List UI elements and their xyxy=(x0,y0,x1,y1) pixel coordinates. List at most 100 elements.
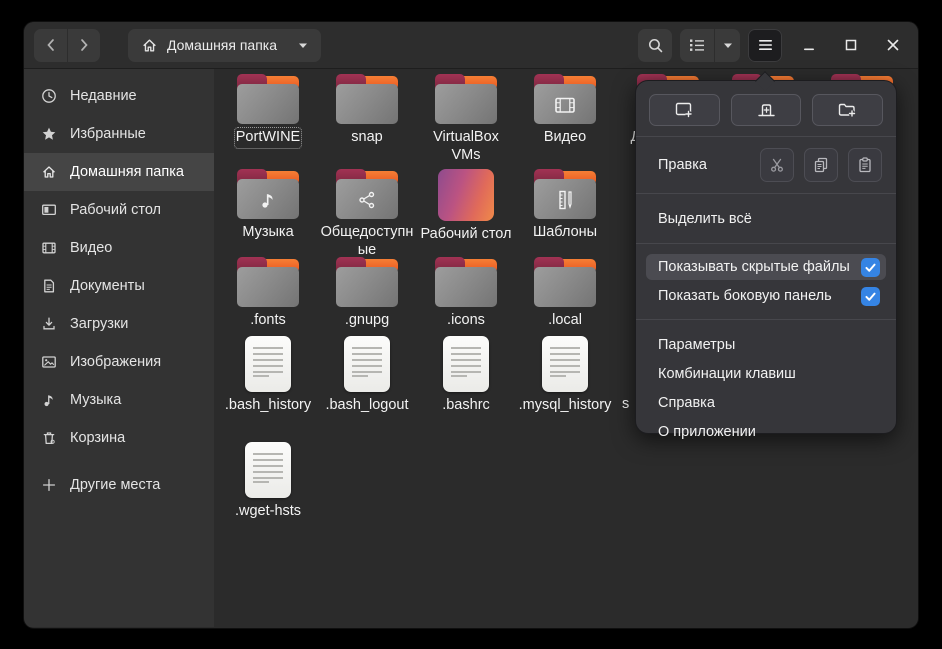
file-label: .fonts xyxy=(250,312,285,330)
menu-edit-row: Правка xyxy=(636,147,882,183)
sidebar-item-videos[interactable]: Видео xyxy=(24,229,214,267)
sidebar-item-label: Избранные xyxy=(70,126,146,142)
search-icon xyxy=(647,37,664,54)
file-label: .local xyxy=(548,312,582,330)
sidebar-item-pictures[interactable]: Изображения xyxy=(24,343,214,381)
file-label: Шаблоны xyxy=(533,224,597,242)
sidebar-item-recent[interactable]: Недавние xyxy=(24,77,214,115)
desktop-background: Домашняя папка xyxy=(0,0,942,649)
minimize-button[interactable] xyxy=(794,30,824,60)
checkbox-checked-icon[interactable] xyxy=(861,258,880,277)
sidebar-item-documents[interactable]: Документы xyxy=(24,267,214,305)
sidebar-item-label: Рабочий стол xyxy=(70,202,161,218)
text-file-icon xyxy=(542,336,588,392)
sidebar-item-downloads[interactable]: Загрузки xyxy=(24,305,214,343)
menu-item-label: Выделить всё xyxy=(658,211,752,227)
grid-item-file-wget-hsts[interactable]: .wget-hsts xyxy=(219,442,317,521)
star-icon xyxy=(40,126,57,143)
file-label: .bash_logout xyxy=(325,397,408,415)
menu-item-help[interactable]: Справка xyxy=(636,388,896,417)
paste-clipboard-icon xyxy=(857,157,873,173)
grid-item-folder-templates[interactable]: Шаблоны xyxy=(516,169,614,242)
folder-icon xyxy=(336,169,398,219)
folder-icon xyxy=(435,257,497,307)
back-button[interactable] xyxy=(34,29,67,62)
list-view-button[interactable] xyxy=(680,29,714,62)
sidebar-item-label: Изображения xyxy=(70,354,161,370)
maximize-icon xyxy=(845,39,857,51)
menu-item-about[interactable]: О приложении xyxy=(636,417,896,446)
menu-item-preferences[interactable]: Параметры xyxy=(636,330,896,359)
file-label: Общедоступные xyxy=(320,224,414,259)
path-label: Домашняя папка xyxy=(167,37,277,53)
grid-item-folder-fonts[interactable]: .fonts xyxy=(219,257,317,330)
checkbox-checked-icon[interactable] xyxy=(861,287,880,306)
file-label: snap xyxy=(351,129,382,147)
home-icon xyxy=(40,164,57,181)
sidebar-item-trash[interactable]: Корзина xyxy=(24,419,214,457)
grid-item-file-bash-history[interactable]: .bash_history xyxy=(219,336,317,415)
paste-button[interactable] xyxy=(848,148,882,182)
sidebar-item-other-places[interactable]: Другие места xyxy=(24,466,214,504)
folder-icon xyxy=(237,257,299,307)
grid-item-folder-gnupg[interactable]: .gnupg xyxy=(318,257,416,330)
caret-down-icon xyxy=(298,42,308,49)
maximize-button[interactable] xyxy=(836,30,866,60)
grid-item-folder-desktop[interactable]: Рабочий стол xyxy=(417,169,515,244)
folder-icon xyxy=(237,169,299,219)
caret-down-icon xyxy=(723,42,733,49)
desktop-icon xyxy=(40,202,57,219)
grid-item-file-bash-logout[interactable]: .bash_logout xyxy=(318,336,416,415)
folder-icon xyxy=(336,74,398,124)
grid-item-folder-music[interactable]: Музыка xyxy=(219,169,317,242)
clock-icon xyxy=(40,88,57,105)
new-window-button[interactable] xyxy=(649,94,720,126)
cut-button[interactable] xyxy=(760,148,794,182)
grid-item-file-bashrc[interactable]: .bashrc xyxy=(417,336,515,415)
menu-toggle-show-sidebar[interactable]: Показать боковую панель xyxy=(646,283,886,309)
grid-item-folder-icons[interactable]: .icons xyxy=(417,257,515,330)
folder-icon xyxy=(534,257,596,307)
sidebar-item-label: Музыка xyxy=(70,392,121,408)
menu-item-select-all[interactable]: Выделить всё xyxy=(636,204,896,233)
download-icon xyxy=(40,316,57,333)
close-button[interactable] xyxy=(878,30,908,60)
chevron-right-icon xyxy=(76,37,92,53)
grid-item-folder-snap[interactable]: snap xyxy=(318,74,416,147)
video-emblem-icon xyxy=(534,86,596,124)
grid-item-folder-local[interactable]: .local xyxy=(516,257,614,330)
new-folder-button[interactable] xyxy=(812,94,883,126)
music-emblem-icon xyxy=(237,181,299,219)
hamburger-menu-button[interactable] xyxy=(748,29,782,62)
film-icon xyxy=(40,240,57,257)
grid-item-folder-virtualbox[interactable]: VirtualBox VMs xyxy=(417,74,515,164)
sidebar-item-starred[interactable]: Избранные xyxy=(24,115,214,153)
sidebar-item-desktop[interactable]: Рабочий стол xyxy=(24,191,214,229)
forward-button[interactable] xyxy=(67,29,100,62)
path-bar-button[interactable]: Домашняя папка xyxy=(128,29,321,62)
grid-item-folder-portwine[interactable]: PortWINE xyxy=(219,74,317,147)
menu-separator xyxy=(636,243,896,244)
grid-item-file-mysql-history[interactable]: .mysql_history xyxy=(516,336,614,415)
file-label: Музыка xyxy=(242,224,293,242)
toggle-label: Показывать скрытые файлы xyxy=(658,259,850,275)
view-options-caret-button[interactable] xyxy=(714,29,740,62)
new-tab-button[interactable] xyxy=(731,94,802,126)
text-file-icon xyxy=(443,336,489,392)
copy-button[interactable] xyxy=(804,148,838,182)
grid-item-folder-videos[interactable]: Видео xyxy=(516,74,614,147)
menu-toggle-show-hidden-files[interactable]: Показывать скрытые файлы xyxy=(646,254,886,280)
file-label: .bash_history xyxy=(225,397,311,415)
minimize-icon xyxy=(803,39,815,51)
grid-item-folder-public[interactable]: Общедоступные xyxy=(318,169,416,259)
obscured-file-label-fragment: s xyxy=(622,396,629,412)
menu-item-label: Параметры xyxy=(658,337,735,353)
folder-icon xyxy=(435,74,497,124)
menu-separator xyxy=(636,193,896,194)
sidebar-item-music[interactable]: Музыка xyxy=(24,381,214,419)
menu-item-keyboard-shortcuts[interactable]: Комбинации клавиш xyxy=(636,359,896,388)
text-file-icon xyxy=(245,442,291,498)
search-button[interactable] xyxy=(638,29,672,62)
sidebar-item-home[interactable]: Домашняя папка xyxy=(24,153,214,191)
copy-icon xyxy=(813,157,829,173)
